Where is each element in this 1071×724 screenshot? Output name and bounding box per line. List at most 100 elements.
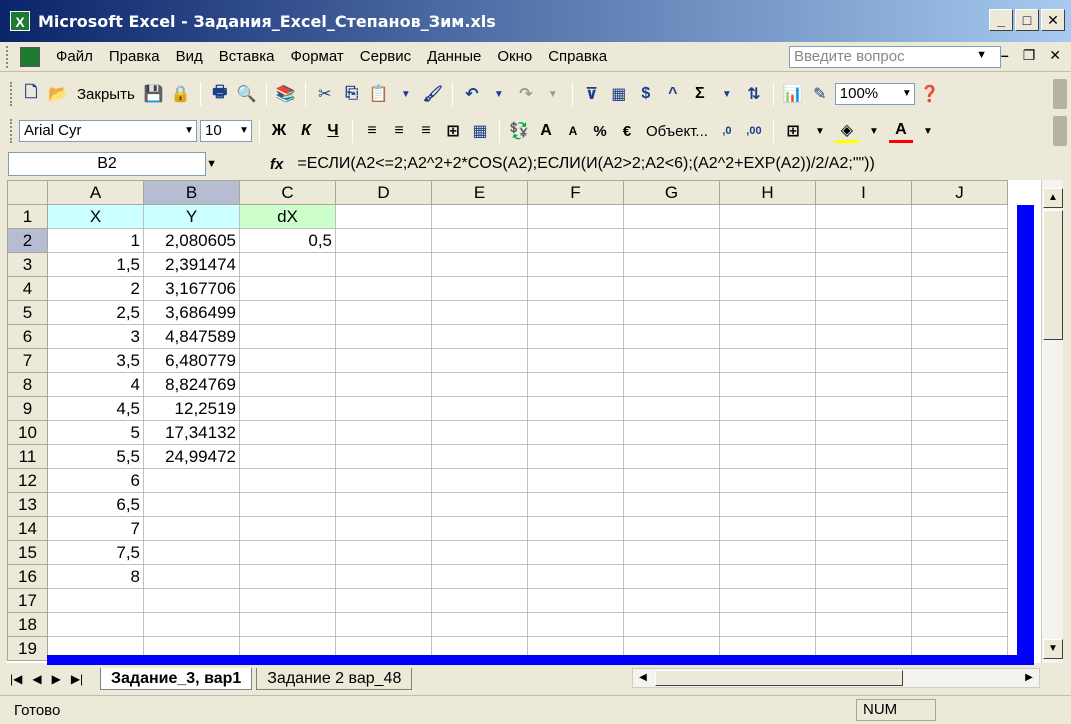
cell-a18[interactable] xyxy=(47,612,144,637)
chevron-down-icon[interactable]: ▼ xyxy=(902,84,912,104)
cell-empty[interactable] xyxy=(527,564,624,589)
cell-empty[interactable] xyxy=(431,612,528,637)
percent-style-button[interactable]: % xyxy=(588,119,612,143)
cell-empty[interactable] xyxy=(431,348,528,373)
cell-empty[interactable] xyxy=(719,540,816,565)
cell-empty[interactable] xyxy=(815,252,912,277)
doc-minimize-button[interactable]: – xyxy=(1001,47,1009,64)
horizontal-scrollbar[interactable]: ◀ ▶ xyxy=(632,668,1040,688)
cell-empty[interactable] xyxy=(527,300,624,325)
scroll-down-icon[interactable]: ▼ xyxy=(1043,639,1063,659)
chevron-down-icon[interactable]: ▼ xyxy=(184,121,194,141)
row-header[interactable]: 18 xyxy=(7,612,48,637)
cell-empty[interactable] xyxy=(911,348,1008,373)
cell-empty[interactable] xyxy=(815,564,912,589)
sheet-tab[interactable]: Задание 2 вар_48 xyxy=(256,668,413,690)
fill-color-icon[interactable]: ◈ xyxy=(834,119,859,143)
cell-a12[interactable]: 6 xyxy=(47,468,144,493)
cell-c11[interactable] xyxy=(239,444,336,469)
cell-empty[interactable] xyxy=(527,204,624,229)
scroll-up-icon[interactable]: ▲ xyxy=(1043,188,1063,208)
drawing-icon[interactable]: ✎ xyxy=(808,82,832,106)
close-button[interactable]: ✕ xyxy=(1041,9,1065,31)
cell-c8[interactable] xyxy=(239,372,336,397)
merge-center-icon[interactable]: ⊞ xyxy=(441,119,465,143)
cell-empty[interactable] xyxy=(719,228,816,253)
help-icon[interactable]: ❓ xyxy=(918,82,942,106)
cell-empty[interactable] xyxy=(719,348,816,373)
cell-b17[interactable] xyxy=(143,588,240,613)
toolbar-grip[interactable] xyxy=(10,82,16,106)
chevron-down-icon[interactable]: ▼ xyxy=(862,119,886,143)
cell-empty[interactable] xyxy=(335,348,432,373)
cell-empty[interactable] xyxy=(815,516,912,541)
cell-empty[interactable] xyxy=(527,396,624,421)
toolbar-options-button[interactable] xyxy=(1053,79,1067,109)
align-center-icon[interactable]: ≡ xyxy=(387,119,411,143)
cell-empty[interactable] xyxy=(911,228,1008,253)
cell-empty[interactable] xyxy=(623,348,720,373)
menu-insert[interactable]: Вставка xyxy=(211,48,283,65)
cell-b4[interactable]: 3,167706 xyxy=(143,276,240,301)
cell-empty[interactable] xyxy=(335,612,432,637)
row-header[interactable]: 1 xyxy=(7,204,48,229)
italic-button[interactable]: К xyxy=(294,119,318,143)
cell-empty[interactable] xyxy=(623,204,720,229)
cell-empty[interactable] xyxy=(335,300,432,325)
cell-empty[interactable] xyxy=(335,252,432,277)
cell-c14[interactable] xyxy=(239,516,336,541)
cell-empty[interactable] xyxy=(815,612,912,637)
redo-icon[interactable]: ↷ xyxy=(514,82,538,106)
paste-icon[interactable]: 📋 xyxy=(367,82,391,106)
undo-icon[interactable]: ↶ xyxy=(460,82,484,106)
zoom-select[interactable]: 100% ▼ xyxy=(834,83,915,105)
cell-empty[interactable] xyxy=(623,396,720,421)
name-box[interactable]: B2 ▼ xyxy=(8,152,217,176)
cell-empty[interactable] xyxy=(911,372,1008,397)
cell-c13[interactable] xyxy=(239,492,336,517)
cell-empty[interactable] xyxy=(815,324,912,349)
cell-empty[interactable] xyxy=(719,324,816,349)
cell-b1[interactable]: Y xyxy=(143,204,240,229)
cell-empty[interactable] xyxy=(431,204,528,229)
cell-empty[interactable] xyxy=(911,540,1008,565)
cell-a10[interactable]: 5 xyxy=(47,420,144,445)
chevron-down-icon[interactable]: ▼ xyxy=(206,153,217,175)
cell-b16[interactable] xyxy=(143,564,240,589)
increase-decimal-icon[interactable]: ,0 xyxy=(715,119,739,143)
cell-a7[interactable]: 3,5 xyxy=(47,348,144,373)
row-header[interactable]: 11 xyxy=(7,444,48,469)
cell-empty[interactable] xyxy=(335,228,432,253)
menu-data[interactable]: Данные xyxy=(419,48,489,65)
cell-empty[interactable] xyxy=(335,276,432,301)
cell-empty[interactable] xyxy=(335,564,432,589)
cell-empty[interactable] xyxy=(623,252,720,277)
cell-empty[interactable] xyxy=(527,324,624,349)
row-header[interactable]: 10 xyxy=(7,420,48,445)
cell-empty[interactable] xyxy=(815,204,912,229)
doc-close-button[interactable]: ✕ xyxy=(1049,47,1061,64)
cell-a3[interactable]: 1,5 xyxy=(47,252,144,277)
first-sheet-icon[interactable]: |◀ xyxy=(10,672,22,686)
autosum-icon[interactable]: Σ xyxy=(688,82,712,106)
cell-empty[interactable] xyxy=(719,204,816,229)
cell-b18[interactable] xyxy=(143,612,240,637)
currency-icon[interactable]: 💱 xyxy=(507,119,531,143)
cell-c17[interactable] xyxy=(239,588,336,613)
cell-b7[interactable]: 6,480779 xyxy=(143,348,240,373)
bold-button[interactable]: Ж xyxy=(267,119,291,143)
cell-empty[interactable] xyxy=(623,228,720,253)
cell-empty[interactable] xyxy=(911,444,1008,469)
cell-empty[interactable] xyxy=(623,564,720,589)
cell-empty[interactable] xyxy=(815,276,912,301)
select-all-corner[interactable] xyxy=(7,180,48,205)
cell-b14[interactable] xyxy=(143,516,240,541)
row-header[interactable]: 13 xyxy=(7,492,48,517)
chart-wizard-icon[interactable]: 📊 xyxy=(781,82,805,106)
cell-empty[interactable] xyxy=(335,420,432,445)
cell-empty[interactable] xyxy=(527,420,624,445)
cell-empty[interactable] xyxy=(719,252,816,277)
borders-icon[interactable]: ⊞ xyxy=(781,119,805,143)
cell-empty[interactable] xyxy=(431,372,528,397)
cell-empty[interactable] xyxy=(911,588,1008,613)
